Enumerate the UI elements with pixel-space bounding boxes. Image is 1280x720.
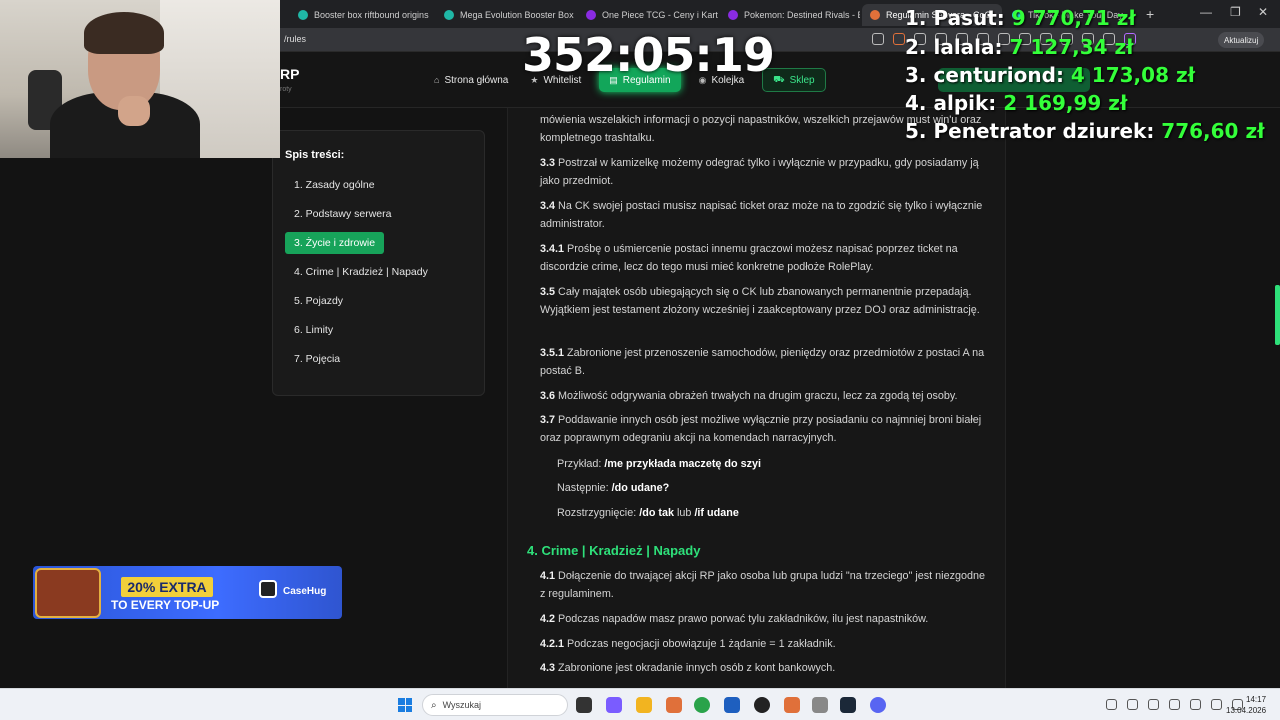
rule-4-1: 4.1 Dołączenie do trwającej akcji RP jak…	[540, 570, 986, 600]
rule-4-2: 4.2 Podczas napadów masz prawo porwać ty…	[540, 613, 929, 625]
tab-favicon-icon	[444, 10, 454, 20]
section-heading-crime: 4. Crime | Kradzież | Napady	[527, 543, 701, 558]
browser-tab-mega-evolution[interactable]: Mega Evolution Booster Box	[436, 4, 576, 26]
brave-browser-icon[interactable]	[666, 697, 682, 713]
rule-3-5-1: 3.5.1 Zabronione jest przenoszenie samoc…	[540, 347, 985, 377]
browser-tab-one-piece[interactable]: One Piece TCG - Ceny i Karty |	[578, 4, 718, 26]
task-view-icon[interactable]	[576, 697, 592, 713]
toc-item-crime[interactable]: 4. Crime | Kradzież | Napady	[285, 261, 437, 283]
page-scrollbar[interactable]	[1275, 285, 1280, 345]
rule-3-7: 3.7 Poddawanie innych osób jest możliwe …	[540, 414, 982, 444]
cart-icon: ⛟	[773, 74, 785, 84]
toc-item-pojecia[interactable]: 7. Pojęcia	[285, 348, 349, 370]
close-window-icon[interactable]: ✕	[1258, 5, 1268, 19]
rule-4-2-1: 4.2.1 Podczas negocjacji obowiązuje 1 żą…	[540, 638, 836, 650]
cloud-icon[interactable]	[1148, 699, 1159, 710]
casehug-ad-banner[interactable]: 20% EXTRA TO EVERY TOP-UP CaseHug	[33, 566, 342, 619]
treasure-chest-icon	[35, 568, 101, 618]
search-icon: ⌕	[431, 699, 437, 711]
chrome-icon[interactable]	[694, 697, 710, 713]
tab-favicon-icon	[870, 10, 880, 20]
steam-icon[interactable]	[840, 697, 856, 713]
windows-taskbar: ⌕ Wyszukaj 14:17 13.04.2026	[0, 688, 1280, 720]
rule-3-4: 3.4 Na CK swojej postaci musisz napisać …	[540, 200, 983, 230]
banner-brand: CaseHug	[283, 586, 327, 597]
clock-time: 14:17	[1246, 695, 1267, 704]
taskbar-search[interactable]: ⌕ Wyszukaj	[422, 694, 568, 716]
file-explorer-icon[interactable]	[636, 697, 652, 713]
home-icon: ⌂	[434, 75, 440, 85]
url-field[interactable]: /rules	[284, 34, 306, 44]
banner-subline: TO EVERY TOP-UP	[111, 598, 220, 612]
volume-icon[interactable]	[1211, 699, 1222, 710]
wifi-icon[interactable]	[1190, 699, 1201, 710]
brave-active-icon[interactable]	[784, 697, 800, 713]
new-tab-icon[interactable]: +	[1146, 6, 1154, 22]
system-tray	[1106, 699, 1243, 710]
copilot-icon[interactable]	[606, 697, 622, 713]
microphone-icon[interactable]	[1169, 699, 1180, 710]
example-line: Następnie: /do udane?	[557, 482, 670, 494]
maximize-icon[interactable]: ❐	[1230, 5, 1241, 19]
toc-item-podstawy-serwera[interactable]: 2. Podstawy serwera	[285, 203, 400, 225]
webcam-overlay	[0, 0, 280, 158]
tab-favicon-icon	[728, 10, 738, 20]
banner-headline: 20% EXTRA	[121, 577, 213, 597]
discord-icon[interactable]	[870, 697, 886, 713]
leaderboard-entry: 5. Penetrator dziurek: 776,60 zł	[905, 119, 1265, 143]
windows-start-icon[interactable]	[398, 698, 412, 712]
leaderboard-entry: 4. alpik: 2 169,99 zł	[905, 91, 1128, 115]
rules-content: mówienia wszelakich informacji o pozycji…	[507, 108, 1006, 688]
share-icon[interactable]	[872, 33, 884, 45]
tab-favicon-icon	[586, 10, 596, 20]
rule-3-3: 3.3 Postrzał w kamizelkę możemy odegrać …	[540, 157, 979, 187]
table-of-contents: Spis treści: 1. Zasady ogólne 2. Podstaw…	[272, 130, 485, 396]
streamer-hand	[118, 96, 150, 126]
rule-3-5: 3.5 Cały majątek osób ubiegających się o…	[540, 286, 980, 316]
stream-timer: 352:05:19	[522, 28, 775, 82]
obs-icon[interactable]	[754, 697, 770, 713]
nav-home[interactable]: ⌂ Strona główna	[430, 68, 512, 92]
site-logo[interactable]: RP	[280, 66, 299, 82]
toc-item-limity[interactable]: 6. Limity	[285, 319, 342, 341]
brave-shield-icon[interactable]	[893, 33, 905, 45]
example-line: Rozstrzygnięcie: /do tak lub /if udane	[557, 507, 739, 519]
rule-4-3: 4.3 Zabronione jest okradanie innych osó…	[540, 662, 836, 674]
chevron-up-icon[interactable]	[1106, 699, 1117, 710]
example-line: Przykład: /me przykłada maczetę do szyi	[557, 458, 762, 470]
calculator-icon[interactable]	[812, 697, 828, 713]
streamer-hair	[84, 12, 164, 54]
toc-item-pojazdy[interactable]: 5. Pojazdy	[285, 290, 352, 312]
toc-item-zycie-i-zdrowie[interactable]: 3. Życie i zdrowie	[285, 232, 385, 254]
toc-title: Spis treści:	[285, 149, 345, 161]
network-icon[interactable]	[1127, 699, 1138, 710]
rule-3-6: 3.6 Możliwość odgrywania obrażeń trwałyc…	[540, 390, 958, 402]
site-logo-subtitle: roty	[280, 86, 292, 93]
clock-date: 13.04.2026	[1226, 706, 1267, 715]
toc-item-zasady-ogolne[interactable]: 1. Zasady ogólne	[285, 174, 384, 196]
tab-favicon-icon	[298, 10, 308, 20]
leaderboard-entry: 2. lalala: 7 127,34 zł	[905, 35, 1134, 59]
browser-tab-pokemon[interactable]: Pokemon: Destined Rivals - Bo	[720, 4, 860, 26]
taskbar-clock[interactable]: 14:17 13.04.2026	[1226, 694, 1266, 716]
rule-3-4-1: 3.4.1 Prośbę o uśmiercenie postaci innem…	[540, 243, 958, 273]
update-button[interactable]: Aktualizuj	[1218, 32, 1265, 48]
leaderboard-entry: 3. centuriond: 4 173,08 zł	[905, 63, 1196, 87]
store-icon[interactable]	[724, 697, 740, 713]
browser-tab-riftbound[interactable]: Booster box riftbound origins	[290, 4, 430, 26]
minimize-icon[interactable]: —	[1200, 5, 1212, 19]
leaderboard-entry: 1. Pasut: 9 770,71 zł	[905, 6, 1136, 30]
casehug-logo-icon	[259, 580, 277, 598]
